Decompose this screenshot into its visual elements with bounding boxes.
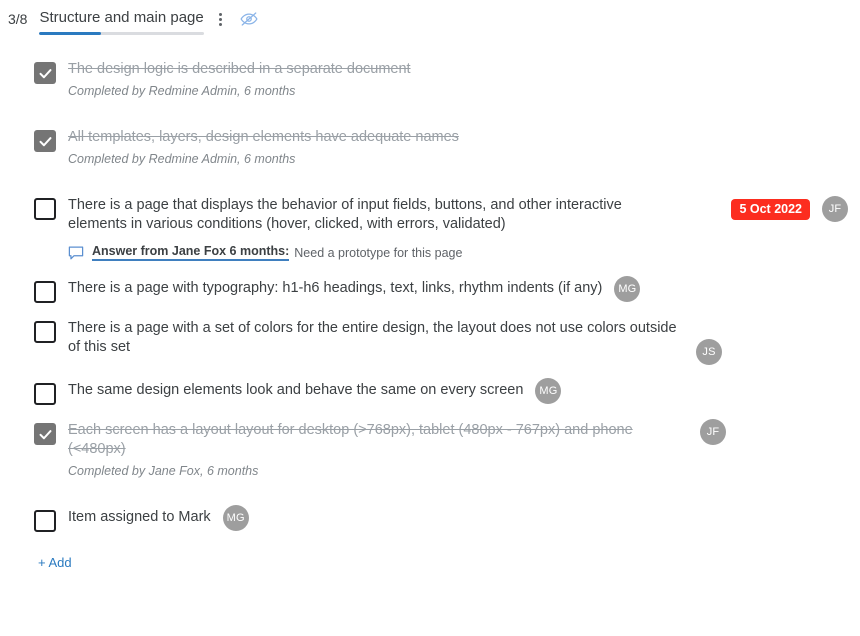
eye-off-icon[interactable]	[238, 9, 260, 29]
checklist-item-text-row: All templates, layers, design elements h…	[68, 128, 856, 147]
checklist-item: There is a page with typography: h1-h6 h…	[8, 275, 860, 305]
checklist-item-text-row: There is a page with typography: h1-h6 h…	[68, 276, 856, 302]
add-item-row: + Add	[0, 554, 860, 572]
checklist-item-body: The design logic is described in a separ…	[60, 60, 860, 100]
checklist-item: The design logic is described in a separ…	[8, 56, 860, 102]
checklist-item-label[interactable]: The design logic is described in a separ…	[68, 60, 411, 79]
checklist-item-label[interactable]: Each screen has a layout layout for desk…	[68, 421, 678, 459]
completion-meta: Completed by Redmine Admin, 6 months	[68, 84, 296, 98]
avatar[interactable]: JF	[822, 196, 848, 222]
checklist-item-body: The same design elements look and behave…	[60, 378, 860, 404]
progress-bar-fill	[39, 32, 102, 35]
checklist-item: The same design elements look and behave…	[8, 377, 860, 407]
check-glyph	[39, 429, 51, 439]
checkbox-cell	[8, 319, 60, 343]
comment-bubble-glyph	[68, 246, 84, 259]
due-date-badge[interactable]: 5 Oct 2022	[731, 198, 810, 220]
eye-off-glyph	[240, 12, 258, 26]
checklist-item-body: There is a page with typography: h1-h6 h…	[60, 276, 860, 302]
kebab-dot	[219, 22, 223, 26]
checkbox-checked[interactable]	[34, 130, 56, 152]
checklist-item-body: Each screen has a layout layout for desk…	[60, 419, 860, 480]
checkbox-cell	[8, 508, 60, 532]
checklist-title-block: Structure and main page	[39, 8, 204, 35]
answer-text: Need a prototype for this page	[294, 245, 463, 260]
checklist-items: The design logic is described in a separ…	[0, 56, 860, 534]
item-right-cluster: 5 Oct 2022 JF	[731, 196, 848, 222]
checkbox-cell	[8, 421, 60, 445]
page-title: Structure and main page	[39, 9, 204, 26]
header-actions	[212, 8, 260, 29]
checklist-item: There is a page that displays the behavi…	[8, 192, 860, 263]
kebab-dot	[219, 17, 223, 21]
check-glyph	[39, 68, 51, 78]
progress-bar	[39, 32, 204, 35]
check-glyph	[39, 136, 51, 146]
checklist-item-text-row: Each screen has a layout layout for desk…	[68, 419, 856, 459]
completion-meta: Completed by Jane Fox, 6 months	[68, 464, 259, 478]
answer-author-link[interactable]: Answer from Jane Fox 6 months:	[92, 244, 290, 261]
checklist-item-label[interactable]: All templates, layers, design elements h…	[68, 128, 459, 147]
checklist-item-text-row: There is a page with a set of colors for…	[68, 319, 856, 365]
comment-bubble-icon	[68, 246, 84, 260]
add-item-link[interactable]: + Add	[38, 555, 72, 570]
kebab-menu-icon[interactable]	[212, 9, 230, 29]
checklist-item: Item assigned to Mark MG	[8, 504, 860, 534]
kebab-dot	[219, 12, 223, 16]
checkbox-checked[interactable]	[34, 423, 56, 445]
checklist-item-label[interactable]: The same design elements look and behave…	[68, 381, 523, 400]
answer-row: Answer from Jane Fox 6 months: Need a pro…	[68, 244, 856, 261]
checklist-item-label[interactable]: There is a page with a set of colors for…	[68, 319, 678, 357]
checklist-item-text-row: The same design elements look and behave…	[68, 378, 856, 404]
checklist-item-body: Item assigned to Mark MG	[60, 505, 860, 531]
checkbox-checked[interactable]	[34, 62, 56, 84]
avatar[interactable]: MG	[535, 378, 562, 404]
avatar[interactable]: MG	[222, 505, 249, 531]
checklist-item-body: All templates, layers, design elements h…	[60, 128, 860, 168]
checkbox-cell	[8, 128, 60, 152]
checklist-item: There is a page with a set of colors for…	[8, 315, 860, 367]
checklist-item-text-row: Item assigned to Mark MG	[68, 505, 856, 531]
checklist-item-label[interactable]: There is a page with typography: h1-h6 h…	[68, 279, 602, 298]
avatar[interactable]: JS	[696, 339, 722, 365]
checkbox-unchecked[interactable]	[34, 510, 56, 532]
checkbox-cell	[8, 196, 60, 220]
checkbox-unchecked[interactable]	[34, 383, 56, 405]
checklist-item-label[interactable]: Item assigned to Mark	[68, 508, 211, 527]
checkbox-unchecked[interactable]	[34, 281, 56, 303]
checklist-item: All templates, layers, design elements h…	[8, 124, 860, 170]
checklist-page: 3/8 Structure and main page The design l…	[0, 0, 860, 636]
avatar[interactable]: MG	[614, 276, 641, 302]
progress-count: 3/8	[8, 11, 28, 27]
checklist-item-text-row: The design logic is described in a separ…	[68, 60, 856, 79]
checklist-item-body: There is a page with a set of colors for…	[60, 319, 860, 365]
checkbox-unchecked[interactable]	[34, 198, 56, 220]
avatar[interactable]: JF	[700, 419, 726, 445]
completion-meta: Completed by Redmine Admin, 6 months	[68, 152, 296, 166]
checkbox-cell	[8, 279, 60, 303]
checkbox-unchecked[interactable]	[34, 321, 56, 343]
checklist-item: Each screen has a layout layout for desk…	[8, 417, 860, 482]
checklist-item-label[interactable]: There is a page that displays the behavi…	[68, 196, 678, 234]
checklist-header: 3/8 Structure and main page	[0, 0, 860, 42]
checkbox-cell	[8, 60, 60, 84]
checkbox-cell	[8, 381, 60, 405]
